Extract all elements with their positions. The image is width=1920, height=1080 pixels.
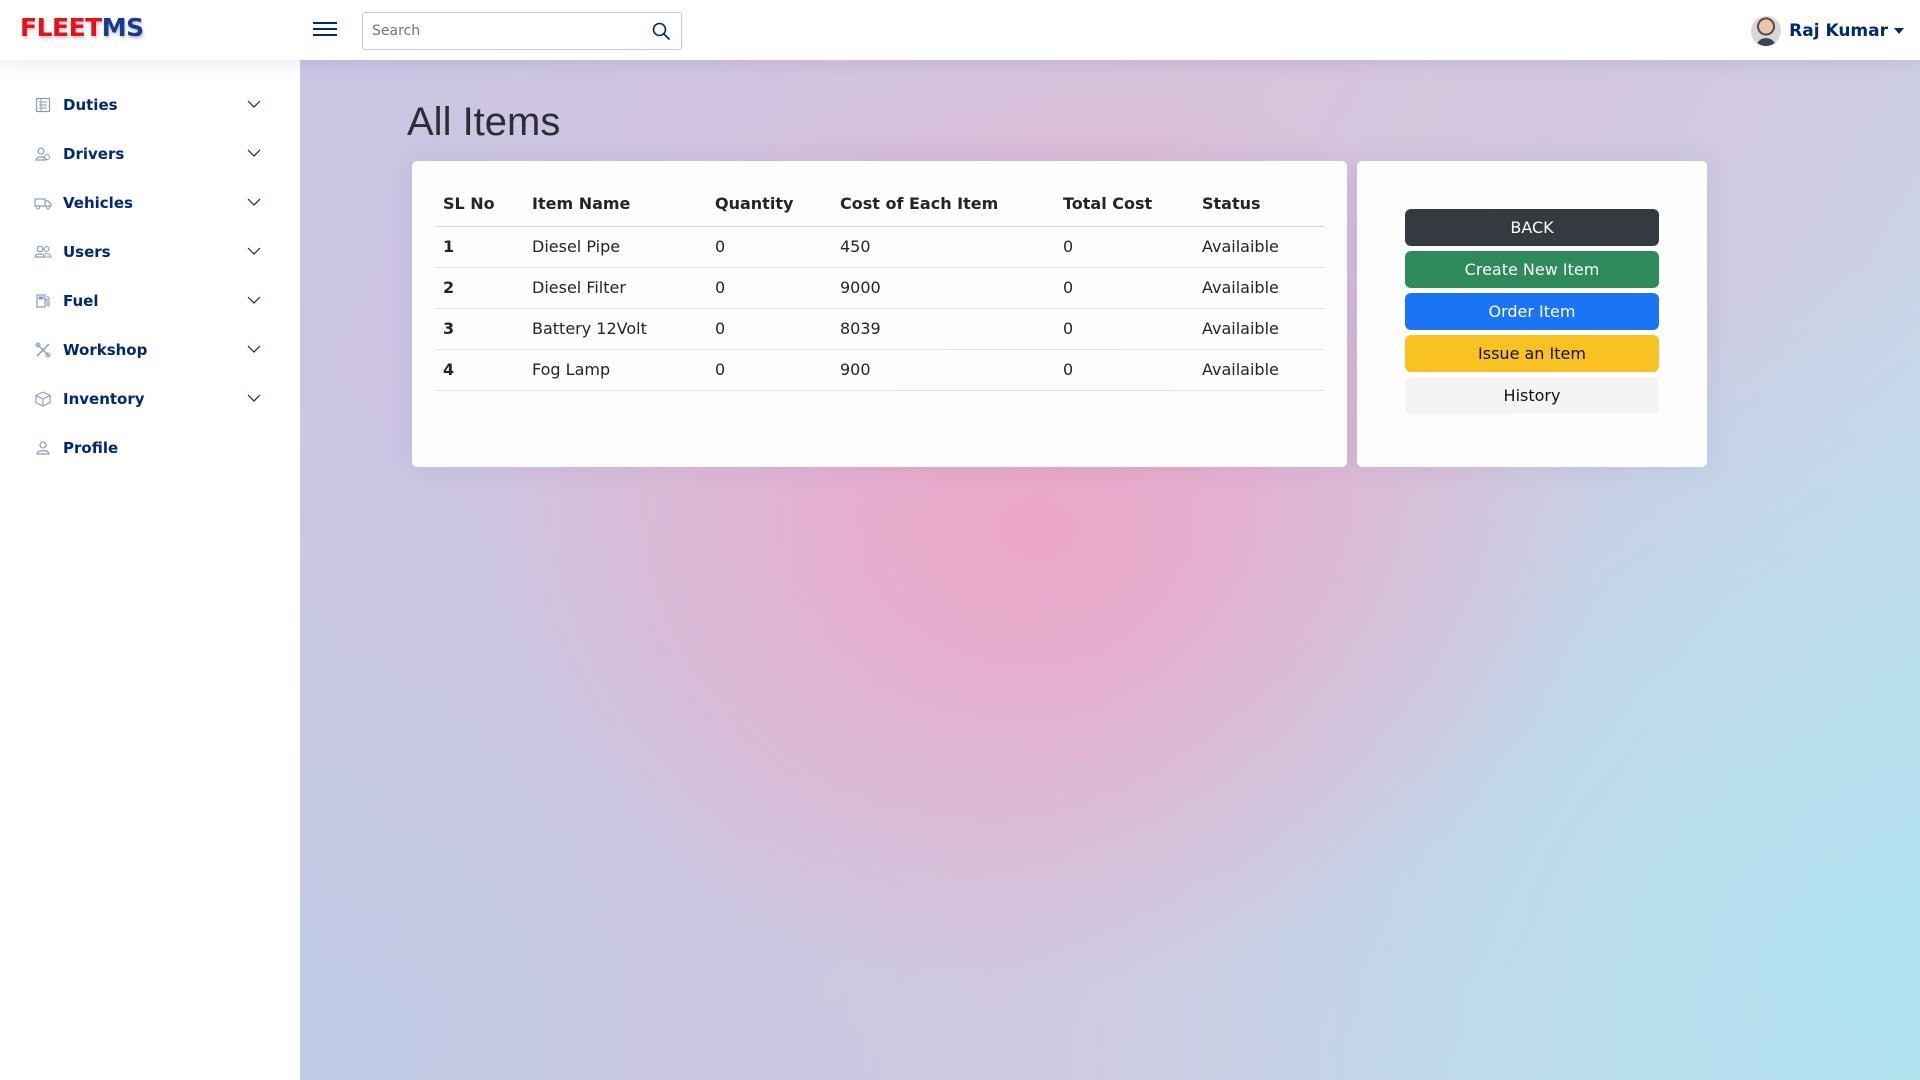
user-profile-dropdown[interactable]: Raj Kumar <box>1751 14 1904 48</box>
sidebar-item-fuel[interactable]: Fuel <box>20 276 280 325</box>
history-button[interactable]: History <box>1405 377 1659 414</box>
issue-item-button[interactable]: Issue an Item <box>1405 335 1659 372</box>
column-header: Status <box>1194 181 1324 227</box>
table-cell: Battery 12Volt <box>524 308 707 350</box>
search-input[interactable] <box>363 13 633 49</box>
back-button[interactable]: BACK <box>1405 209 1659 246</box>
sidebar-item-label: Users <box>63 242 111 261</box>
chevron-down-icon <box>247 198 261 206</box>
sidebar-toggle-icon[interactable] <box>313 18 337 42</box>
table-cell: Availaible <box>1194 349 1324 391</box>
table-cell: Diesel Pipe <box>524 226 707 268</box>
table-cell: 900 <box>832 349 1055 391</box>
sidebar-item-inventory[interactable]: Inventory <box>20 374 280 423</box>
drivers-icon <box>34 145 52 163</box>
sidebar-item-workshop[interactable]: Workshop <box>20 325 280 374</box>
top-header: FLEETMS Raj Kumar <box>0 0 1920 60</box>
table-row: 4 Fog Lamp 0 900 0 Availaible <box>435 349 1324 391</box>
table-cell: 0 <box>1055 226 1194 268</box>
actions-card: BACK Create New Item Order Item Issue an… <box>1357 161 1707 467</box>
table-cell: 0 <box>707 226 832 268</box>
table-cell: 2 <box>435 267 524 309</box>
sidebar-item-label: Inventory <box>63 389 145 408</box>
sidebar-item-users[interactable]: Users <box>20 227 280 276</box>
table-cell: Diesel Filter <box>524 267 707 309</box>
table-cell: 0 <box>707 349 832 391</box>
create-new-item-button[interactable]: Create New Item <box>1405 251 1659 288</box>
profile-icon <box>34 439 52 457</box>
search-icon[interactable] <box>651 21 673 43</box>
workshop-icon <box>34 341 52 359</box>
vehicles-icon <box>34 194 52 212</box>
table-cell: 9000 <box>832 267 1055 309</box>
sidebar-item-vehicles[interactable]: Vehicles <box>20 178 280 227</box>
chevron-down-icon <box>247 296 261 304</box>
table-cell: 4 <box>435 349 524 391</box>
logo-text-ms: MS <box>101 13 144 42</box>
sidebar: Duties Drivers Vehicles Users Fuel Works <box>0 60 300 1080</box>
logo-text-fleet: FLEET <box>20 13 102 42</box>
chevron-down-icon <box>247 100 261 108</box>
chevron-down-icon <box>247 345 261 353</box>
sidebar-item-label: Duties <box>63 95 118 114</box>
table-cell: 450 <box>832 226 1055 268</box>
users-icon <box>34 243 52 261</box>
fuel-icon <box>34 292 52 310</box>
column-header: Total Cost <box>1055 181 1194 227</box>
avatar <box>1751 16 1782 46</box>
column-header: Quantity <box>707 181 832 227</box>
table-row: 1 Diesel Pipe 0 450 0 Availaible <box>435 226 1324 268</box>
table-cell: 0 <box>1055 349 1194 391</box>
table-cell: 0 <box>707 267 832 309</box>
sidebar-item-label: Workshop <box>63 340 148 359</box>
table-row: 3 Battery 12Volt 0 8039 0 Availaible <box>435 308 1324 350</box>
items-table-card: SL No Item Name Quantity Cost of Each It… <box>412 161 1347 467</box>
order-item-button[interactable]: Order Item <box>1405 293 1659 330</box>
page-title: All Items <box>407 100 561 144</box>
sidebar-item-duties[interactable]: Duties <box>20 80 280 129</box>
items-table: SL No Item Name Quantity Cost of Each It… <box>435 181 1324 391</box>
table-cell: 3 <box>435 308 524 350</box>
sidebar-item-profile[interactable]: Profile <box>20 423 280 472</box>
sidebar-item-label: Vehicles <box>63 193 133 212</box>
sidebar-item-drivers[interactable]: Drivers <box>20 129 280 178</box>
sidebar-item-label: Drivers <box>63 144 125 163</box>
inventory-icon <box>34 390 52 408</box>
app-logo[interactable]: FLEETMS <box>20 13 144 42</box>
table-cell: Availaible <box>1194 267 1324 309</box>
table-row: 2 Diesel Filter 0 9000 0 Availaible <box>435 267 1324 309</box>
column-header: Cost of Each Item <box>832 181 1055 227</box>
column-header: Item Name <box>524 181 707 227</box>
duties-icon <box>34 96 52 114</box>
table-cell: 8039 <box>832 308 1055 350</box>
table-cell: 0 <box>707 308 832 350</box>
sidebar-item-label: Fuel <box>63 291 99 310</box>
table-header-row: SL No Item Name Quantity Cost of Each It… <box>435 181 1324 227</box>
column-header: SL No <box>435 181 524 227</box>
table-cell: Availaible <box>1194 308 1324 350</box>
sidebar-item-label: Profile <box>63 438 119 457</box>
table-cell: 1 <box>435 226 524 268</box>
chevron-down-icon <box>247 247 261 255</box>
table-cell: Availaible <box>1194 226 1324 268</box>
table-cell: 0 <box>1055 308 1194 350</box>
table-cell: 0 <box>1055 267 1194 309</box>
chevron-down-icon <box>247 394 261 402</box>
main-content: All Items SL No Item Name Quantity Cost … <box>300 60 1920 1080</box>
user-name: Raj Kumar <box>1789 21 1888 41</box>
caret-down-icon <box>1894 28 1904 34</box>
chevron-down-icon <box>247 149 261 157</box>
search-form <box>362 12 682 50</box>
table-cell: Fog Lamp <box>524 349 707 391</box>
